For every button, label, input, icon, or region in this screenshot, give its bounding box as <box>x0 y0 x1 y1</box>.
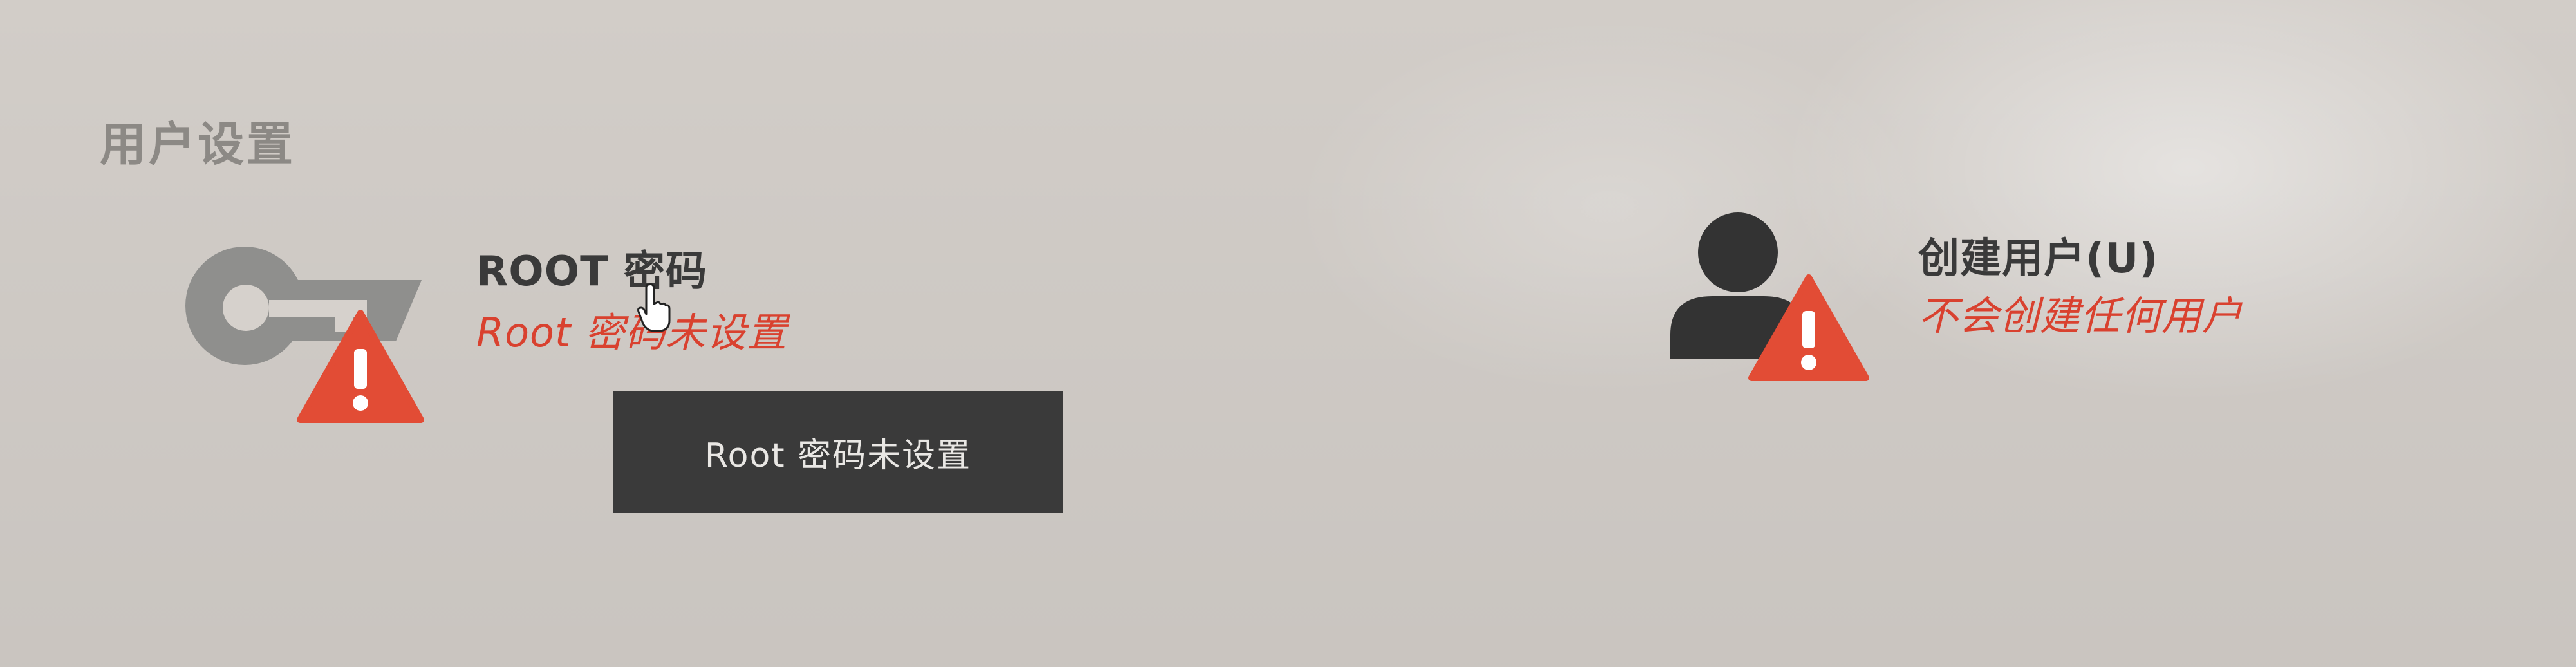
tooltip-text: Root 密码未设置 <box>704 436 972 475</box>
create-user-status: 不会创建任何用户 <box>1918 292 2243 339</box>
root-password-tooltip: Root 密码未设置 <box>613 391 1063 513</box>
warning-icon <box>297 310 424 423</box>
warning-icon <box>1748 274 1869 381</box>
create-user-title[interactable]: 创建用户(U) <box>1918 225 2158 285</box>
user-settings-heading: 用户设置 <box>100 117 296 171</box>
root-password-status: Root 密码未设置 <box>476 309 787 356</box>
create-user-spoke[interactable] <box>1661 212 1869 381</box>
hand-cursor-icon <box>637 283 671 332</box>
root-password-spoke[interactable] <box>174 245 431 423</box>
